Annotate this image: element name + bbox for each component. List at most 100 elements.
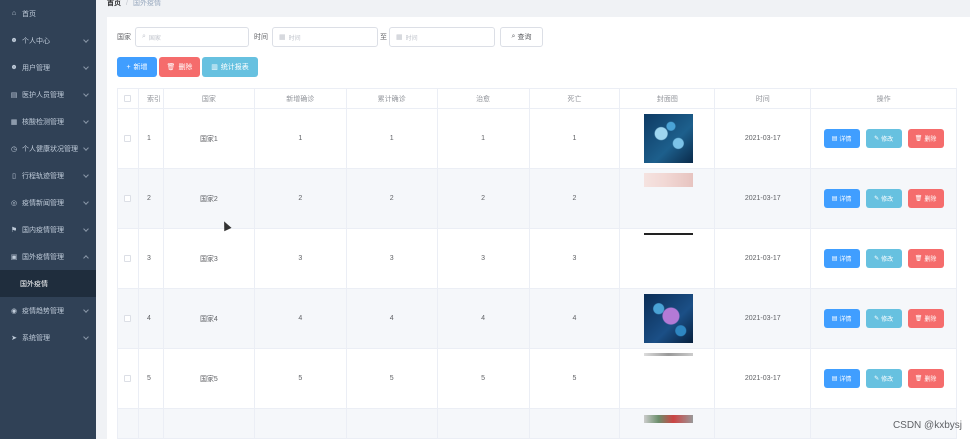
- sidebar-item-4[interactable]: ▦ 核酸检测管理: [0, 108, 96, 135]
- cover-image-cell: [620, 409, 716, 439]
- cover-image: [644, 415, 694, 423]
- remove-label: 删除: [924, 377, 937, 383]
- select-all-checkbox[interactable]: [124, 95, 132, 102]
- chevron-down-icon: [83, 64, 89, 70]
- sidebar-item-6[interactable]: ▯ 行程轨迹管理: [0, 162, 96, 189]
- header-cured: 治愈: [437, 89, 530, 109]
- cover-image[interactable]: [644, 114, 694, 163]
- to-label: 至: [380, 34, 387, 41]
- remove-label: 删除: [924, 197, 937, 203]
- time-start-input[interactable]: ▦ 时间: [272, 27, 378, 47]
- pencil-icon: ✎: [874, 316, 880, 322]
- sidebar-item-3[interactable]: ▤ 医护人员管理: [0, 81, 96, 108]
- delete-row-button[interactable]: 🗑 删除: [907, 189, 944, 208]
- cell-cured: 3: [437, 229, 530, 289]
- cell-cured: 1: [437, 109, 530, 169]
- table-row: 4 国家4 4 4 4 4 2021-03-17 ▤ 详情 ✎ 修改 🗑 删除: [118, 289, 958, 349]
- delete-row-button[interactable]: 🗑 删除: [907, 129, 944, 148]
- globe-icon: ◎: [10, 199, 18, 207]
- cover-image[interactable]: [644, 353, 694, 356]
- cover-image[interactable]: [644, 233, 694, 235]
- edit-button[interactable]: ✎ 修改: [865, 309, 902, 328]
- doc-icon: ▤: [831, 196, 838, 202]
- detail-label: 详情: [839, 317, 852, 323]
- bar-chart-icon: ▥: [211, 64, 218, 71]
- edit-label: 修改: [881, 257, 894, 263]
- time-end-input[interactable]: ▦ 时间: [389, 27, 495, 47]
- delete-row-button[interactable]: 🗑 删除: [907, 309, 944, 328]
- cell-total-confirmed: 1: [346, 109, 438, 169]
- cover-image[interactable]: [644, 294, 694, 343]
- remove-label: 删除: [924, 137, 937, 143]
- detail-button[interactable]: ▤ 详情: [823, 309, 860, 328]
- edit-button[interactable]: ✎ 修改: [865, 249, 902, 268]
- cover-image-cell: [620, 169, 716, 229]
- detail-button[interactable]: ▤ 详情: [823, 129, 860, 148]
- detail-button[interactable]: ▤ 详情: [823, 249, 860, 268]
- sidebar-item-9[interactable]: ▣ 国外疫情管理: [0, 243, 96, 270]
- sidebar-item-0[interactable]: ⌂ 首页: [0, 0, 96, 27]
- country-label: 国家: [117, 34, 131, 41]
- delete-row-button[interactable]: 🗑 删除: [907, 369, 944, 388]
- add-label: 新增: [133, 64, 148, 71]
- user-icon: ☻: [10, 64, 18, 71]
- cell-time: 2021-03-17: [715, 109, 812, 169]
- cell-country: 国家4: [163, 289, 255, 349]
- header-index: 索引: [138, 89, 164, 109]
- cell-deaths: 1: [529, 109, 621, 169]
- edit-label: 修改: [881, 137, 894, 143]
- sidebar-item-11[interactable]: ◉ 疫情趋势管理: [0, 297, 96, 324]
- delete-button[interactable]: 🗑 删除: [159, 57, 200, 77]
- sidebar-item-5[interactable]: ◷ 个人健康状况管理: [0, 135, 96, 162]
- watermark: CSDN @kxbysj: [892, 420, 962, 431]
- cell-actions: ▤ 详情 ✎ 修改 🗑 删除: [811, 169, 958, 229]
- detail-button[interactable]: ▤ 详情: [823, 189, 860, 208]
- row-checkbox-cell: [118, 289, 139, 349]
- sidebar-item-12[interactable]: ➤ 系统管理: [0, 324, 96, 351]
- cover-image-cell: [620, 109, 716, 169]
- add-button[interactable]: + 新增: [117, 57, 157, 77]
- cell-deaths: 4: [529, 289, 621, 349]
- row-checkbox[interactable]: [124, 135, 132, 142]
- detail-button[interactable]: ▤ 详情: [823, 369, 860, 388]
- cell-new-confirmed: 3: [254, 229, 347, 289]
- cell-index: 5: [138, 349, 164, 409]
- time-end-placeholder: 时间: [405, 35, 418, 42]
- chevron-down-icon: [83, 145, 89, 151]
- sidebar-subitem-foreign-epidemic[interactable]: 国外疫情: [0, 270, 96, 297]
- chevron-down-icon: [83, 334, 89, 340]
- row-checkbox[interactable]: [124, 195, 132, 202]
- sidebar-item-label: 用户管理: [22, 64, 50, 72]
- edit-button[interactable]: ✎ 修改: [865, 129, 902, 148]
- sidebar-item-1[interactable]: ☻ 个人中心: [0, 27, 96, 54]
- country-input[interactable]: ⌕ 国家: [135, 27, 249, 47]
- delete-row-button[interactable]: 🗑 删除: [907, 249, 944, 268]
- breadcrumb-current: 国外疫情: [132, 0, 161, 7]
- row-checkbox[interactable]: [124, 375, 132, 382]
- send-icon: ➤: [11, 334, 17, 342]
- table-row: 3 国家3 3 3 3 3 2021-03-17 ▤ 详情 ✎ 修改 🗑 删除: [118, 229, 958, 289]
- cell-new-confirmed: 4: [254, 289, 347, 349]
- row-checkbox-cell: [118, 169, 139, 229]
- query-button[interactable]: ⌕ 查询: [500, 27, 543, 47]
- sidebar-item-8[interactable]: ⚑ 国内疫情管理: [0, 216, 96, 243]
- chevron-down-icon: [83, 37, 89, 43]
- stats-button[interactable]: ▥ 统计报表: [202, 57, 258, 77]
- sidebar-item-2[interactable]: ☻ 用户管理: [0, 54, 96, 81]
- header-total-confirmed: 累计确诊: [346, 89, 438, 109]
- cell-time: 2021-03-17: [715, 229, 812, 289]
- detail-label: 详情: [839, 197, 852, 203]
- cell-actions: ▤ 详情 ✎ 修改 🗑 删除: [811, 229, 958, 289]
- table-row: 1 国家1 1 1 1 1 2021-03-17 ▤ 详情 ✎ 修改 🗑 删除: [118, 109, 958, 169]
- sidebar-item-7[interactable]: ◎ 疫情新闻管理: [0, 189, 96, 216]
- edit-button[interactable]: ✎ 修改: [865, 369, 902, 388]
- header-checkbox-cell: [118, 89, 139, 109]
- sidebar-item-label: 核酸检测管理: [22, 118, 64, 126]
- flag-icon: ⚑: [10, 226, 18, 234]
- cell-index: 4: [138, 289, 164, 349]
- edit-button[interactable]: ✎ 修改: [865, 189, 902, 208]
- row-checkbox[interactable]: [124, 315, 132, 322]
- row-checkbox[interactable]: [124, 255, 132, 262]
- cover-image[interactable]: [644, 173, 694, 187]
- breadcrumb-home[interactable]: 首页: [107, 0, 121, 8]
